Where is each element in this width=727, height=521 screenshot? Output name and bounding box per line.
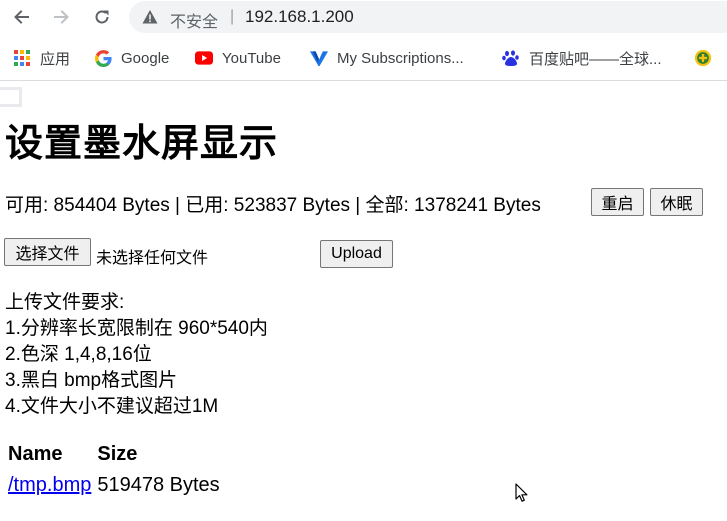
bookmark-label: Google <box>121 49 170 67</box>
requirement-item: 2.色深 1,4,8,16位 <box>5 344 152 365</box>
page-title: 设置墨水屏显示 <box>5 123 279 165</box>
column-header-size: Size <box>97 443 138 465</box>
address-bar[interactable]: 不安全 | 192.168.1.200 <box>129 1 727 33</box>
requirement-item: 4.文件大小不建议超过1M <box>5 396 219 417</box>
bookmark-label: YouTube <box>222 49 281 67</box>
bookmark-label: My Subscriptions... <box>337 49 464 67</box>
choose-file-button[interactable]: 选择文件 <box>4 238 91 266</box>
reload-button[interactable] <box>90 5 114 29</box>
youtube-icon <box>195 49 213 67</box>
bookmark-label: 百度贴吧——全球... <box>529 50 662 68</box>
upload-requirements: 上传文件要求: 1.分辨率长宽限制在 960*540内 2.色深 1,4,8,1… <box>5 290 268 420</box>
bookmark-label: 应用 <box>40 50 71 68</box>
subscriptions-icon <box>310 49 328 67</box>
apps-grid-icon <box>13 49 31 67</box>
bookmark-google[interactable]: Google <box>94 47 169 69</box>
browser-toolbar: 不安全 | 192.168.1.200 <box>0 0 727 34</box>
no-file-selected-text: 未选择任何文件 <box>96 250 209 267</box>
file-link[interactable]: /tmp.bmp <box>8 474 91 496</box>
url-text[interactable]: 192.168.1.200 <box>245 7 354 27</box>
baidu-paw-icon <box>502 49 520 67</box>
column-header-name: Name <box>8 443 63 465</box>
sleep-button[interactable]: 休眠 <box>650 188 703 216</box>
requirement-item: 3.黑白 bmp格式图片 <box>5 370 178 391</box>
warning-icon[interactable] <box>142 9 158 25</box>
forward-button[interactable] <box>50 5 74 29</box>
restart-button[interactable]: 重启 <box>591 188 644 216</box>
files-table-header: Name Size <box>5 441 223 472</box>
requirement-item: 1.分辨率长宽限制在 960*540内 <box>5 318 268 339</box>
green-plus-icon <box>694 49 712 67</box>
file-size-cell: 519478 Bytes <box>97 474 220 496</box>
security-label[interactable]: 不安全 <box>170 8 218 32</box>
bookmark-apps[interactable]: 应用 <box>13 47 70 69</box>
memory-status: 可用: 854404 Bytes | 已用: 523837 Bytes | 全部… <box>5 195 541 216</box>
bookmark-extra[interactable] <box>694 47 721 69</box>
bookmark-baidu-tieba[interactable]: 百度贴吧——全球... <box>502 47 662 69</box>
table-row: /tmp.bmp 519478 Bytes <box>5 472 223 499</box>
back-button[interactable] <box>9 5 33 29</box>
forward-arrow-icon <box>54 10 69 24</box>
reload-icon <box>95 10 109 24</box>
bookmark-subscriptions[interactable]: My Subscriptions... <box>310 47 464 69</box>
mouse-cursor-icon <box>515 483 528 502</box>
requirements-heading: 上传文件要求: <box>5 292 125 313</box>
address-separator: | <box>230 8 235 25</box>
bookmarks-bar: 应用 Google YouTube My Subscriptions... 百度… <box>0 34 727 81</box>
file-name-cell: /tmp.bmp <box>5 472 94 499</box>
back-arrow-icon <box>14 10 29 24</box>
bookmark-youtube[interactable]: YouTube <box>195 47 281 69</box>
google-icon <box>94 49 112 67</box>
files-table: Name Size /tmp.bmp 519478 Bytes <box>5 441 223 499</box>
upload-button[interactable]: Upload <box>320 240 393 268</box>
page-edge-fragment <box>0 87 22 107</box>
